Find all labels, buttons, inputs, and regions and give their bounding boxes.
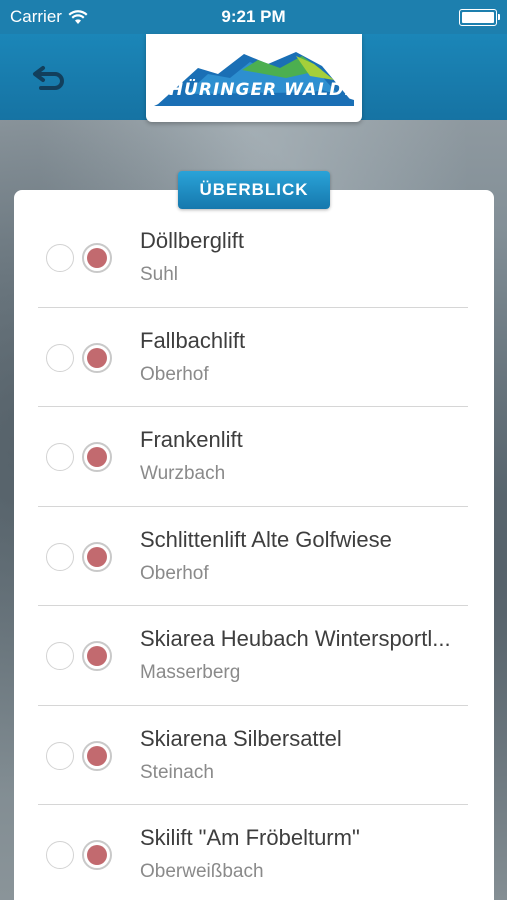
list-item[interactable]: Döllberglift Suhl xyxy=(14,208,494,308)
radio-selected-icon[interactable] xyxy=(82,641,112,671)
lift-list: Döllberglift Suhl Fallbachlift Oberhof Frank… xyxy=(14,208,494,900)
lift-name: Skiarea Heubach Wintersportl... xyxy=(140,626,451,651)
list-item[interactable]: Skiarena Silbersattel Steinach xyxy=(14,706,494,805)
radio-unselected-icon[interactable] xyxy=(46,343,74,372)
radio-selected-icon[interactable] xyxy=(82,740,112,771)
carrier-label: Carrier xyxy=(10,7,62,26)
list-item[interactable]: Skiarea Heubach Wintersportl... Masserber… xyxy=(14,606,494,706)
radio-selected-icon[interactable] xyxy=(82,541,112,572)
lift-name: Schlittenlift Alte Golfwiese xyxy=(140,526,392,552)
lift-location: Wurzbach xyxy=(140,463,226,484)
radio-selected-icon[interactable] xyxy=(82,840,112,870)
radio-unselected-icon[interactable] xyxy=(46,244,74,272)
lift-name: Fallbachlift xyxy=(140,327,246,353)
list-item[interactable]: Skilift "Am Fröbelturm" Oberweißbach xyxy=(14,805,494,900)
selected-dot-icon xyxy=(87,347,107,368)
radio-selected-icon[interactable] xyxy=(82,442,112,472)
radio-selected-icon[interactable] xyxy=(82,243,112,273)
radio-unselected-icon[interactable] xyxy=(46,741,74,770)
back-button[interactable] xyxy=(28,58,70,98)
battery-icon xyxy=(459,8,500,26)
radio-unselected-icon[interactable] xyxy=(46,841,74,869)
selected-dot-icon xyxy=(87,248,107,268)
selected-dot-icon xyxy=(87,745,107,766)
lift-location: Steinach xyxy=(140,761,214,783)
wifi-icon xyxy=(68,10,88,24)
list-item[interactable]: Frankenlift Wurzbach xyxy=(14,407,494,507)
mountain-logo-icon xyxy=(154,52,354,106)
lift-location: Oberhof xyxy=(140,363,209,385)
lift-location: Oberhof xyxy=(140,562,209,584)
radio-unselected-icon[interactable] xyxy=(46,642,74,670)
radio-selected-icon[interactable] xyxy=(82,342,112,373)
logo[interactable]: THÜRINGER WALD. xyxy=(146,34,362,122)
logo-text: THÜRINGER WALD. xyxy=(156,80,352,100)
selected-dot-icon xyxy=(87,447,107,467)
lift-name: Frankenlift xyxy=(140,427,243,452)
status-bar: Carrier 9:21 PM xyxy=(0,0,507,34)
lift-name: Skilift "Am Fröbelturm" xyxy=(140,825,360,850)
selected-dot-icon xyxy=(87,646,107,666)
list-item[interactable]: Fallbachlift Oberhof xyxy=(14,308,494,407)
selected-dot-icon xyxy=(87,845,107,865)
lift-location: Suhl xyxy=(140,264,179,285)
back-arrow-icon xyxy=(33,66,64,90)
list-item[interactable]: Schlittenlift Alte Golfwiese Oberhof xyxy=(14,507,494,606)
lift-location: Masserberg xyxy=(140,662,241,683)
selected-dot-icon xyxy=(87,546,107,567)
radio-unselected-icon[interactable] xyxy=(46,542,74,571)
radio-unselected-icon[interactable] xyxy=(46,443,74,471)
lift-location: Oberweißbach xyxy=(140,861,264,882)
lift-name: Skiarena Silbersattel xyxy=(140,725,342,751)
section-title: ÜBERBLICK xyxy=(178,171,330,209)
lift-name: Döllberglift xyxy=(140,228,244,253)
